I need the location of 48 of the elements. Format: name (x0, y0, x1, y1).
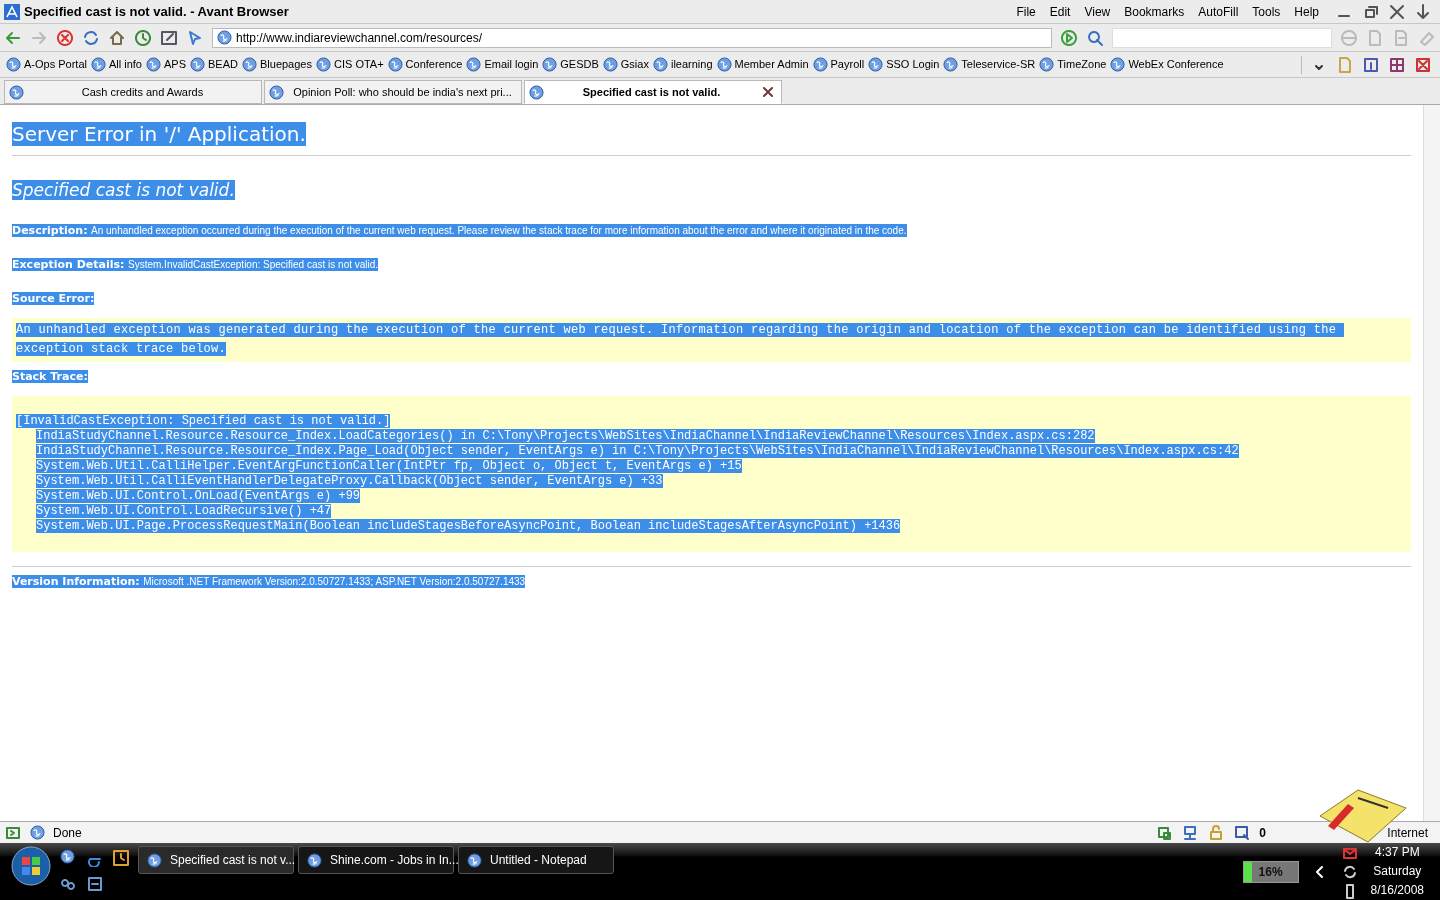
error-subtitle: Specified cast is not valid. (12, 180, 235, 200)
battery-meter: 16% (1242, 860, 1299, 883)
bookmark-link[interactable]: Payroll (810, 56, 867, 73)
clock-day: Saturday (1373, 862, 1422, 881)
bookmark-link[interactable]: BEAD (188, 56, 240, 73)
bookmark-link[interactable]: Teleservice-SR (941, 56, 1038, 73)
browser-tab[interactable]: Specified cast is not valid. (524, 80, 782, 104)
menu-item[interactable]: Help (1289, 2, 1324, 21)
zone-text: Internet (1387, 824, 1429, 842)
browser-tab[interactable]: Opinion Poll: who should be india's next pri... (264, 80, 522, 104)
taskbar-button[interactable]: Untitled - Notepad (458, 846, 614, 874)
code-block: An unhandled exception was generated during the execution of the current web request. Information regarding the origin and location of the exception can be identified using the exception stack trace below. (12, 317, 1411, 362)
menu-item[interactable]: Tools (1247, 2, 1286, 21)
bookmark-link[interactable]: WebEx Conference (1108, 56, 1226, 73)
error-detail-text: Exception Details: System.InvalidCastException: Specified cast is not valid. (12, 257, 380, 272)
address-field[interactable]: http://www.indiareviewchannel.com/resources/ (212, 27, 1052, 48)
bookmark-link[interactable]: A-Ops Portal (4, 56, 89, 73)
bookmark-link[interactable]: APS (144, 56, 188, 73)
bookmark-link[interactable]: All info (88, 56, 144, 73)
bookmark-link[interactable]: GESDB (540, 56, 601, 73)
bookmark-link[interactable]: Bluepages (240, 56, 314, 73)
menu-item[interactable]: AutoFill (1193, 2, 1244, 21)
address-url: http://www.indiareviewchannel.com/resources/ (236, 29, 483, 47)
clock-date: 8/16/2008 (1370, 882, 1424, 899)
menu-item[interactable]: View (1079, 2, 1116, 21)
popup-count: 0 (1259, 824, 1267, 842)
bookmark-link[interactable]: SSO Login (866, 56, 942, 73)
section-heading: Stack Trace: (12, 369, 89, 384)
status-text: Done (53, 824, 82, 842)
menu-item[interactable]: File (1011, 2, 1041, 21)
error-title: Server Error in '/' Application. (12, 122, 306, 146)
browser-tab[interactable]: Cash credits and Awards (4, 80, 262, 104)
clock-time: 4:37 PM (1374, 844, 1420, 861)
bookmark-link[interactable]: Conference (385, 56, 465, 73)
bookmark-link[interactable]: ilearning (650, 56, 715, 73)
bookmark-link[interactable]: CIS OTA+ (314, 56, 386, 73)
taskbar-button[interactable]: Specified cast is not v... (138, 846, 294, 874)
bookmark-link[interactable]: Member Admin (714, 56, 811, 73)
bookmark-link[interactable]: Gsiax (600, 56, 651, 73)
code-block: [InvalidCastException: Specified cast is not valid.] IndiaStudyChannel.Resource.Resource_Index.LoadCategories() in C:\Tony\Projects\WebSites\IndiaChannel\IndiaReviewChannel\Resources\Index.aspx.cs:282 IndiaStudyChannel.Resource.Resource_Index.Page_Load(Object sender, EventArgs e) in C:\Tony\Projects\WebSites\IndiaChannel\IndiaReviewChannel\Resources\Index.aspx.cs:42 System.Web.Util.CalliHelper.EventArgFunctionCaller(IntPtr fp, Object o, Object t, EventArgs e) +15 System.Web.Util.CalliEventHandlerDelegateProxy.Callback(Object sender, EventArgs e) +33 System.Web.UI.Control.OnLoad(EventArgs e) +99 System.Web.UI.Control.LoadRecursive() +47 System.Web.UI.Page.ProcessRequestMain(Boolean includeStagesBeforeAsyncPoint, Boolean includeStagesAfterAsyncPoint) +1436 (12, 395, 1411, 552)
bookmark-link[interactable]: TimeZone (1037, 56, 1109, 73)
menu-item[interactable]: Edit (1044, 2, 1076, 21)
menu-item[interactable]: Bookmarks (1119, 2, 1190, 21)
error-detail-text: Version Information: Microsoft .NET Framework Version:2.0.50727.1433; ASP.NET Version:2.0.50727.1433 (12, 574, 527, 589)
window-title: Specified cast is not valid. - Avant Browser (24, 2, 289, 21)
error-detail-text: Description: An unhandled exception occurred during the execution of the current web request. Please review the stack trace for more information about the error and where it originated in the code. (12, 223, 908, 238)
bookmark-link[interactable]: Email login (464, 56, 541, 73)
section-heading: Source Error: (12, 291, 96, 306)
